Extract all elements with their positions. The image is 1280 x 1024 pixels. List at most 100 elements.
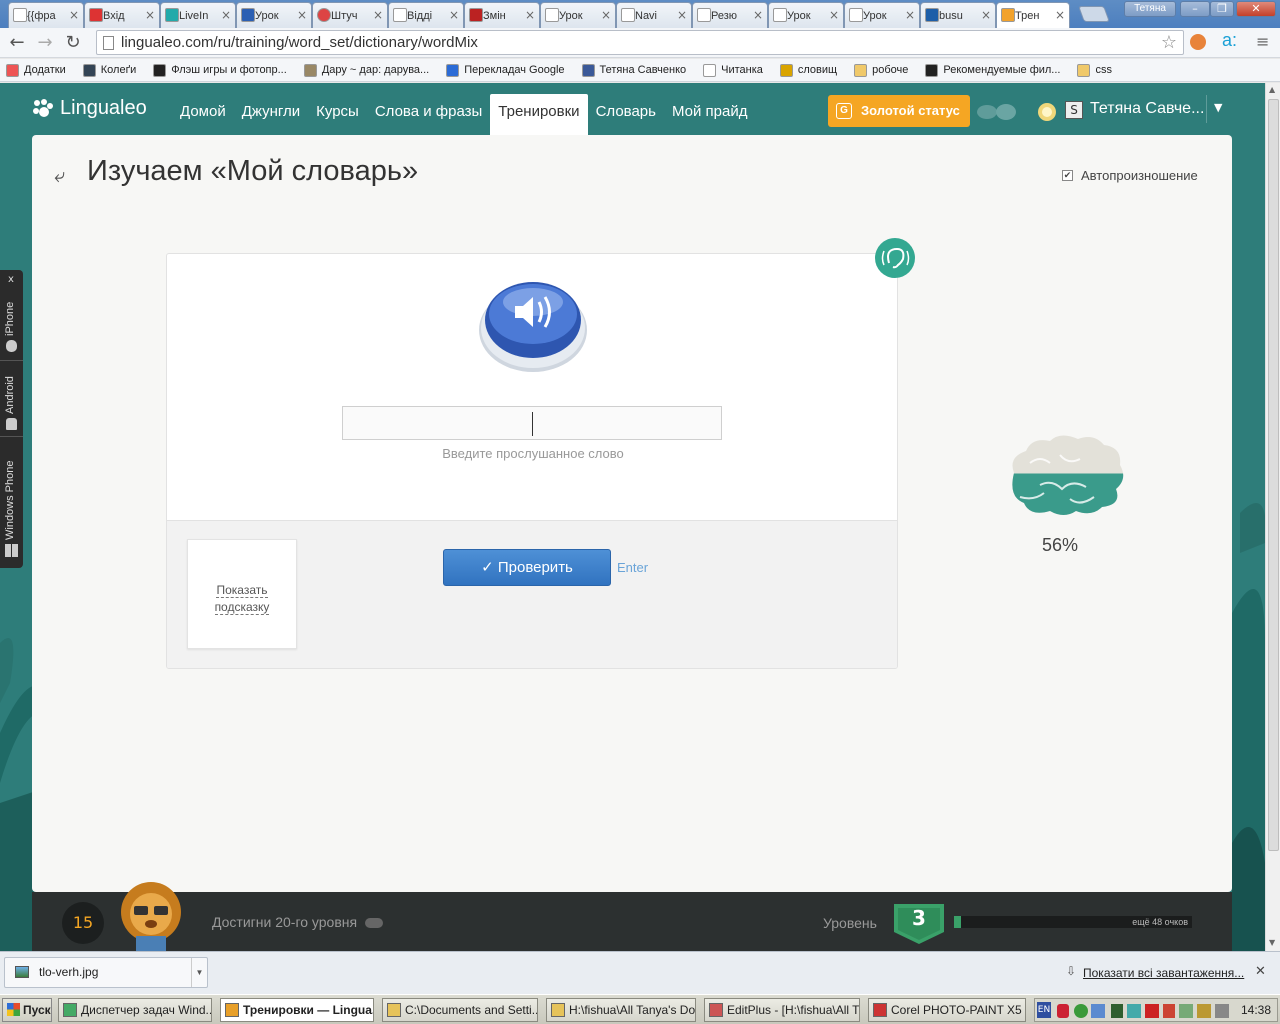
tab-5[interactable]: Відді × [388,2,464,28]
tab-close-icon[interactable]: × [525,8,535,22]
show-all-downloads-link[interactable]: Показати всі завантаження... [1083,966,1244,980]
tab-close-icon[interactable]: × [221,8,231,22]
bookmark-10[interactable]: css [1077,63,1112,77]
language-indicator[interactable]: EN [1037,1002,1051,1018]
tab-close-icon[interactable]: × [601,8,611,22]
close-icon[interactable]: ✕ [1255,964,1266,979]
image-file-icon [15,966,29,978]
tab-12[interactable]: busu × [920,2,996,28]
tab-3[interactable]: Урок × [236,2,312,28]
widget-close-icon[interactable]: x [8,274,14,285]
nav-item-5[interactable]: Словарь [588,94,664,135]
tab-4[interactable]: Штуч × [312,2,388,28]
reload-icon[interactable]: ↻ [62,32,84,54]
window-close-button[interactable]: ✕ [1236,1,1276,17]
show-hint-button[interactable]: Показать подсказку [187,539,297,649]
chevron-down-icon[interactable]: ▼ [191,958,207,987]
tab-close-icon[interactable]: × [677,8,687,22]
clock[interactable]: 14:38 [1241,1003,1271,1017]
url-text[interactable]: lingualeo.com/ru/training/word_set/dicti… [121,34,478,51]
taskbar-item-label: EditPlus - [H:\fishua\All T... [727,1003,860,1017]
tab-9[interactable]: Резю × [692,2,768,28]
more-icon[interactable] [364,918,383,929]
bookmark-9[interactable]: Рекомендуемые фил... [925,63,1060,77]
bookmark-0[interactable]: Додатки [6,63,66,77]
amazon-extension-icon[interactable]: a: [1222,30,1237,51]
address-bar[interactable]: lingualeo.com/ru/training/word_set/dicti… [96,30,1184,55]
scroll-up-icon[interactable]: ▲ [1269,85,1275,94]
scroll-down-icon[interactable]: ▼ [1269,938,1275,947]
tab-close-icon[interactable]: × [905,8,915,22]
widget-windows-phone-label[interactable]: Windows Phone [4,461,16,541]
taskbar-item-2[interactable]: C:\Documents and Setti... [382,998,538,1022]
tab-11[interactable]: Урок × [844,2,920,28]
mobile-apps-widget: x iPhone Android Windows Phone [0,270,23,568]
taskbar-item-4[interactable]: EditPlus - [H:\fishua\All T... [704,998,860,1022]
bookmark-star-icon[interactable]: ☆ [1161,32,1177,53]
tab-close-icon[interactable]: × [449,8,459,22]
tab-close-icon[interactable]: × [981,8,991,22]
maximize-button[interactable]: ❐ [1210,1,1234,17]
bookmark-6[interactable]: Читанка [703,63,763,77]
autopronounce-checkbox[interactable]: ✔ [1062,170,1073,181]
person-icon [82,63,96,77]
new-tab-button[interactable] [1078,6,1110,22]
app-icon [63,1003,77,1017]
taskbar-item-0[interactable]: Диспетчер задач Wind... [58,998,212,1022]
site-logo[interactable]: Lingualeo [32,97,147,120]
tab-13[interactable]: Трен × [996,2,1070,28]
nav-item-4[interactable]: Тренировки [490,94,588,135]
nav-item-3[interactable]: Слова и фразы [367,94,490,135]
tab-close-icon[interactable]: × [1055,8,1065,22]
widget-android-label[interactable]: Android [4,376,16,414]
extension-icon[interactable] [1190,34,1206,50]
avatar[interactable]: S [1065,101,1083,119]
nav-item-6[interactable]: Мой прайд [664,94,756,135]
taskbar-item-1[interactable]: Тренировки — Lingua... [220,998,374,1022]
nav-item-1[interactable]: Джунгли [234,94,308,135]
scrollbar-thumb[interactable] [1268,99,1279,851]
minimize-button[interactable]: – [1180,1,1210,17]
tab-close-icon[interactable]: × [753,8,763,22]
nav-item-2[interactable]: Курсы [308,94,367,135]
tab-close-icon[interactable]: × [297,8,307,22]
widget-iphone-label[interactable]: iPhone [4,302,16,336]
taskbar-item-5[interactable]: Corel PHOTO-PAINT X5 [868,998,1026,1022]
tab-2[interactable]: LiveIn × [160,2,236,28]
tab-1[interactable]: Вхід × [84,2,160,28]
tab-7[interactable]: Урок × [540,2,616,28]
nav-item-0[interactable]: Домой [172,94,234,135]
notification-bulb-icon[interactable] [1036,101,1060,123]
download-item[interactable]: tlo-verh.jpg ▼ [4,957,208,988]
taskbar-item-3[interactable]: H:\fishua\All Tanya's Do... [546,998,696,1022]
start-button[interactable]: Пуск [2,998,52,1022]
autopronounce-toggle[interactable]: ✔ Автопроизношение [1062,168,1198,183]
bookmark-7[interactable]: словищ [779,63,837,77]
bookmark-1[interactable]: Колеґи [82,63,136,77]
check-button[interactable]: ✓ Проверить [443,549,611,586]
back-icon[interactable]: ← [6,32,28,54]
gold-status-button[interactable]: G Золотой статус [828,95,970,127]
bookmark-8[interactable]: робоче [854,63,908,77]
tab-close-icon[interactable]: × [829,8,839,22]
meatball-icon[interactable] [976,103,1020,121]
tab-6[interactable]: Змін × [464,2,540,28]
page-scrollbar[interactable]: ▲ ▼ [1265,83,1280,951]
play-sound-button[interactable] [477,272,589,376]
tab-8[interactable]: Navi × [616,2,692,28]
bookmark-2[interactable]: Флэш игры и фотопр... [153,63,287,77]
bookmark-4[interactable]: Перекладач Google [446,63,565,77]
back-arrow-icon[interactable]: ⤶ [54,163,65,187]
tab-close-icon[interactable]: × [145,8,155,22]
tab-close-icon[interactable]: × [373,8,383,22]
chevron-down-icon[interactable]: ▼ [1214,101,1222,114]
tab-10[interactable]: Урок × [768,2,844,28]
profile-button[interactable]: Тетяна [1124,1,1176,17]
tab-close-icon[interactable]: × [69,8,79,22]
menu-icon[interactable]: ≡ [1256,32,1269,51]
forward-icon[interactable]: → [34,32,56,54]
bookmark-3[interactable]: Дару ~ дар: дарува... [303,63,429,77]
bookmark-5[interactable]: Тетяна Савченко [581,63,686,77]
tab-0[interactable]: {{фра × [8,2,84,28]
user-name[interactable]: Тетяна Савче... [1090,100,1204,118]
